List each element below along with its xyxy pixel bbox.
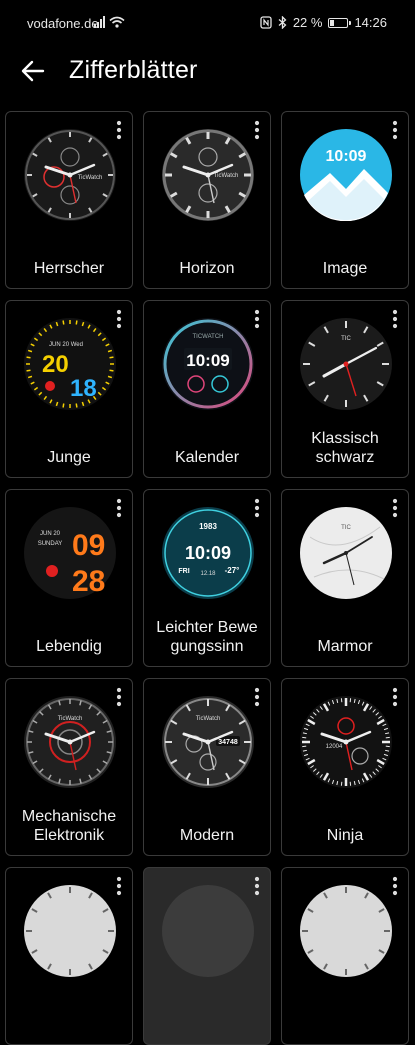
- bluetooth-icon: [278, 16, 287, 29]
- watch-face-card[interactable]: [143, 867, 271, 1045]
- page-title: Zifferblätter: [69, 56, 198, 85]
- watch-face-label: Lebendig: [10, 637, 128, 656]
- more-vert-icon[interactable]: [252, 687, 262, 707]
- more-vert-icon[interactable]: [390, 309, 400, 329]
- svg-text:SUNDAY: SUNDAY: [38, 541, 63, 547]
- more-vert-icon[interactable]: [114, 120, 124, 140]
- watch-face-label: Horizon: [148, 259, 266, 278]
- svg-text:34748: 34748: [218, 739, 238, 746]
- svg-text:10:09: 10:09: [326, 148, 367, 165]
- watch-face-label: Marmor: [286, 637, 404, 656]
- watch-face-preview: 20 18 JUN 20 Wed: [24, 318, 116, 410]
- watch-face-preview: TIC: [300, 318, 392, 410]
- more-vert-icon[interactable]: [114, 687, 124, 707]
- more-vert-icon[interactable]: [252, 309, 262, 329]
- more-vert-icon[interactable]: [114, 498, 124, 518]
- more-vert-icon[interactable]: [252, 120, 262, 140]
- battery-percent: 22 %: [293, 15, 323, 30]
- watch-face-preview: TicWatch: [24, 696, 116, 788]
- svg-text:TicWatch: TicWatch: [196, 716, 221, 722]
- more-vert-icon[interactable]: [390, 687, 400, 707]
- svg-text:FRI: FRI: [178, 568, 189, 575]
- watch-face-label: Klassischschwarz: [286, 429, 404, 467]
- svg-text:TIC: TIC: [341, 336, 351, 342]
- watch-face-preview: 12004: [300, 696, 392, 788]
- watch-face-label: Ninja: [286, 826, 404, 845]
- watch-face-card-kalender[interactable]: TICWATCH 10:09 Kalender: [143, 300, 271, 478]
- watch-face-card-modern[interactable]: TicWatch 34748 Modern: [143, 678, 271, 856]
- watch-face-preview: 09 28 JUN 20 SUNDAY: [24, 507, 116, 599]
- arrow-left-icon[interactable]: [20, 58, 46, 84]
- signal-wifi-icons: [94, 15, 128, 32]
- watch-face-card-klassisch-schwarz[interactable]: TIC Klassischschwarz: [281, 300, 409, 478]
- watch-face-preview: [24, 885, 116, 977]
- svg-text:TicWatch: TicWatch: [78, 175, 103, 181]
- watch-face-preview: TICWATCH 10:09: [162, 318, 254, 410]
- more-vert-icon[interactable]: [114, 876, 124, 896]
- battery-icon: [328, 18, 348, 28]
- more-vert-icon[interactable]: [114, 309, 124, 329]
- watch-face-label: MechanischeElektronik: [10, 807, 128, 845]
- svg-text:20: 20: [42, 351, 69, 378]
- status-bar: vodafone.de 22 % 14:26: [0, 0, 415, 44]
- svg-text:10:09: 10:09: [185, 543, 231, 563]
- nfc-icon: [260, 16, 272, 29]
- watch-face-card-junge[interactable]: 20 18 JUN 20 Wed Junge: [5, 300, 133, 478]
- watch-face-card-ninja[interactable]: 12004 Ninja: [281, 678, 409, 856]
- more-vert-icon[interactable]: [390, 498, 400, 518]
- watch-face-card[interactable]: [5, 867, 133, 1045]
- svg-text:1983: 1983: [199, 522, 217, 531]
- watch-face-card[interactable]: [281, 867, 409, 1045]
- watch-face-preview: TicWatch 34748: [162, 696, 254, 788]
- svg-text:TICWATCH: TICWATCH: [193, 334, 224, 340]
- wifi-icon: [110, 18, 124, 24]
- watch-face-preview: TIC: [300, 507, 392, 599]
- signal-icon: [94, 16, 105, 28]
- svg-text:18: 18: [70, 375, 97, 402]
- watch-face-preview: TicWatch: [24, 129, 116, 221]
- svg-text:JUN 20 Wed: JUN 20 Wed: [49, 342, 83, 348]
- watch-face-label: Modern: [148, 826, 266, 845]
- watch-face-card-mechanische-elektronik[interactable]: TicWatch MechanischeElektronik: [5, 678, 133, 856]
- svg-text:TicWatch: TicWatch: [58, 716, 83, 722]
- more-vert-icon[interactable]: [390, 120, 400, 140]
- watch-face-preview: [300, 885, 392, 977]
- carrier-name: vodafone.de: [27, 16, 99, 31]
- watch-face-preview: TicWatch: [162, 129, 254, 221]
- watch-face-card-marmor[interactable]: TIC Marmor: [281, 489, 409, 667]
- watch-face-card-lebendig[interactable]: 09 28 JUN 20 SUNDAY Lebendig: [5, 489, 133, 667]
- svg-text:JUN 20: JUN 20: [40, 531, 61, 537]
- watch-face-preview: [162, 885, 254, 977]
- watch-face-card-leichter-bewe-gungssinn[interactable]: 1983 10:09 FRI -27° 12.18 Leichter Bewegungs…: [143, 489, 271, 667]
- svg-text:TicWatch: TicWatch: [214, 173, 239, 179]
- watch-face-label: Image: [286, 259, 404, 278]
- watch-face-label: Kalender: [148, 448, 266, 467]
- more-vert-icon[interactable]: [390, 876, 400, 896]
- svg-text:12004: 12004: [326, 744, 343, 750]
- watch-face-label: Leichter Bewegungssinn: [148, 618, 266, 656]
- watch-face-preview: 10:09: [300, 129, 392, 221]
- svg-text:12.18: 12.18: [200, 571, 216, 577]
- svg-text:TIC: TIC: [341, 525, 351, 531]
- svg-text:10:09: 10:09: [186, 351, 229, 370]
- watch-face-preview: 1983 10:09 FRI -27° 12.18: [162, 507, 254, 599]
- clock: 14:26: [354, 15, 387, 30]
- watch-face-card-herrscher[interactable]: TicWatch Herrscher: [5, 111, 133, 289]
- watch-face-card-image[interactable]: 10:09 Image: [281, 111, 409, 289]
- more-vert-icon[interactable]: [252, 876, 262, 896]
- svg-text:28: 28: [72, 565, 105, 598]
- more-vert-icon[interactable]: [252, 498, 262, 518]
- svg-text:09: 09: [72, 529, 105, 562]
- svg-text:-27°: -27°: [225, 566, 240, 575]
- watch-face-label: Herrscher: [10, 259, 128, 278]
- watch-face-card-horizon[interactable]: TicWatch Horizon: [143, 111, 271, 289]
- watch-face-label: Junge: [10, 448, 128, 467]
